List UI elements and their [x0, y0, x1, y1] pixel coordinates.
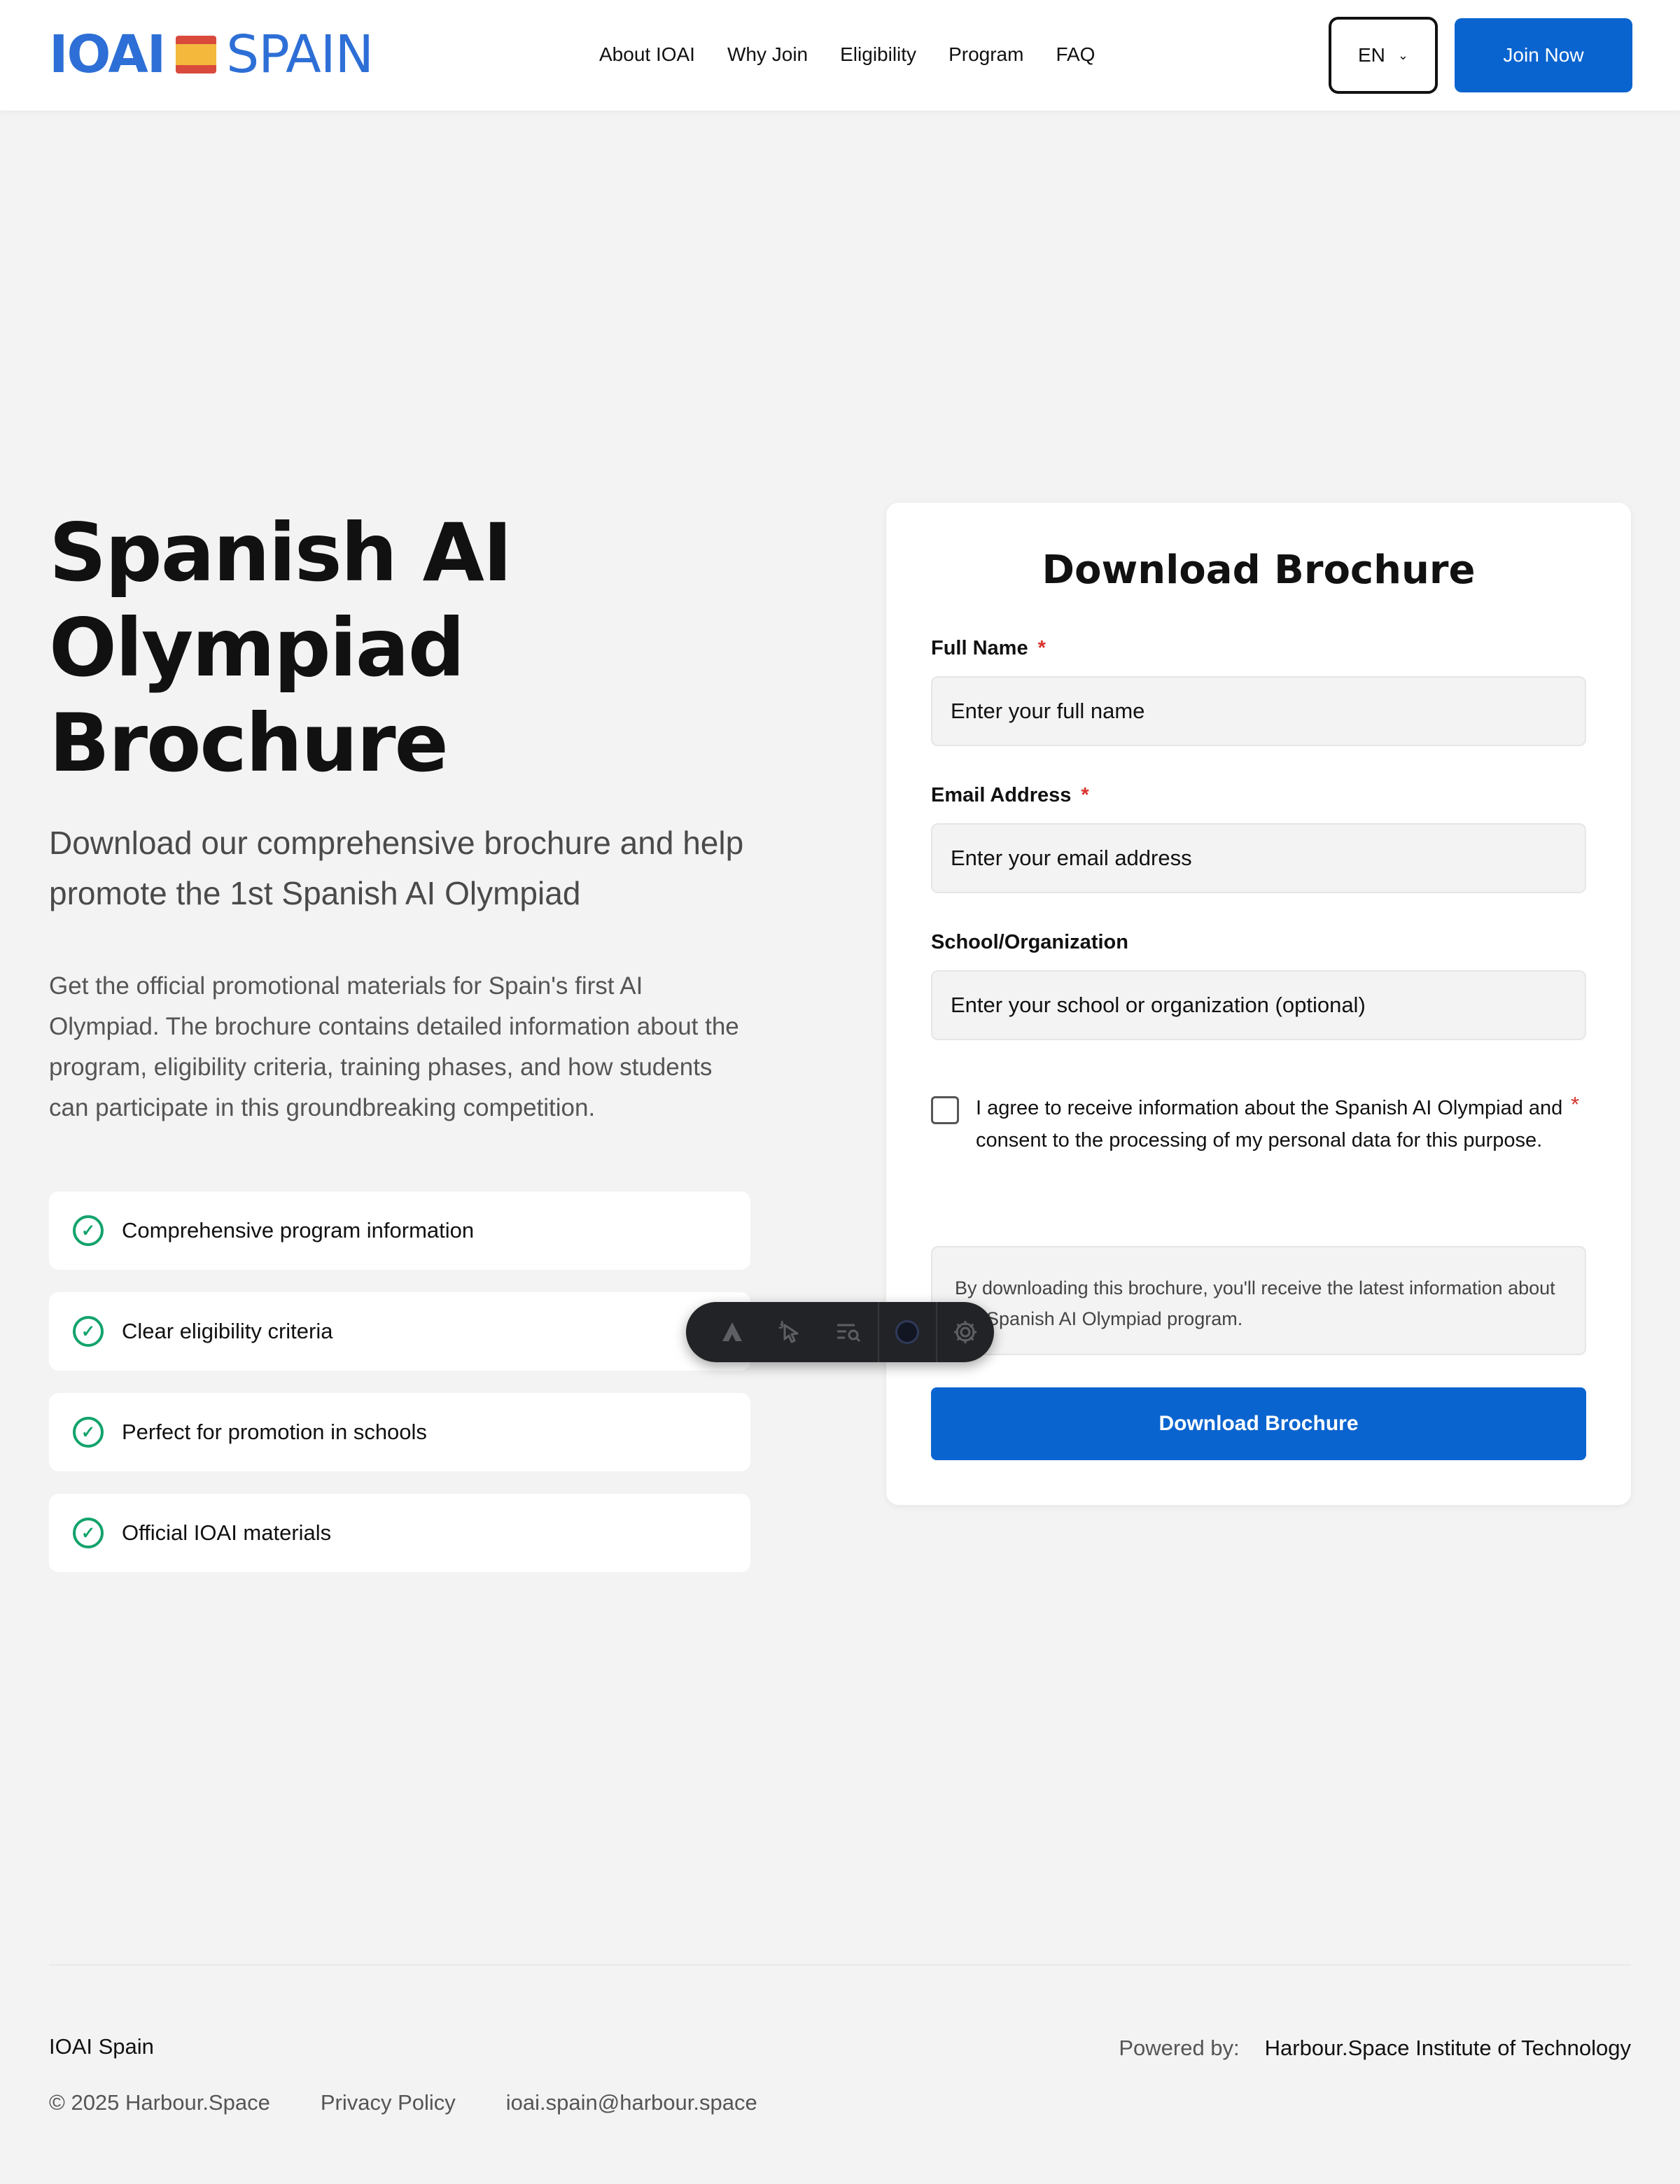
email-input[interactable]: Enter your email address — [931, 823, 1586, 893]
copyright-text: © 2025 Harbour.Space — [49, 2090, 270, 2115]
hero-subtitle: Download our comprehensive brochure and … — [49, 825, 744, 911]
check-circle-icon: ✓ — [73, 1417, 104, 1448]
spain-flag-icon — [176, 36, 217, 74]
harbour-space-link[interactable]: Harbour.Space Institute of Technology — [1265, 2036, 1631, 2061]
feature-item: ✓ Official IOAI materials — [49, 1494, 750, 1572]
check-circle-icon: ✓ — [73, 1518, 104, 1548]
page-title: Spanish AI Olympiad Brochure — [49, 505, 749, 791]
school-input[interactable]: Enter your school or organization (optio… — [931, 970, 1586, 1040]
floating-toolbar — [686, 1302, 994, 1362]
consent-text: I agree to receive information about the… — [976, 1097, 1563, 1152]
site-header: IOAI SPAIN About IOAI Why Join Eligibili… — [0, 0, 1680, 111]
logo-spain-text: SPAIN — [226, 24, 374, 85]
feature-item: ✓ Perfect for promotion in schools — [49, 1393, 750, 1471]
feature-text: Clear eligibility criteria — [122, 1319, 333, 1343]
required-marker: * — [1081, 784, 1089, 806]
cursor-select-icon[interactable] — [761, 1302, 819, 1362]
consent-checkbox[interactable] — [931, 1096, 959, 1124]
info-note: By downloading this brochure, you'll rec… — [931, 1246, 1586, 1355]
feature-item: ✓ Comprehensive program information — [49, 1191, 750, 1270]
site-logo[interactable]: IOAI SPAIN — [49, 24, 374, 85]
language-label: EN — [1358, 44, 1385, 66]
hero-description: Get the official promotional materials f… — [49, 972, 739, 1121]
feature-text: Comprehensive program information — [122, 1218, 475, 1242]
privacy-policy-link[interactable]: Privacy Policy — [321, 2090, 456, 2115]
record-dot-icon — [895, 1320, 920, 1344]
full-name-label-text: Full Name — [931, 637, 1028, 659]
title-line: Brochure — [49, 696, 449, 790]
nav-eligibility[interactable]: Eligibility — [840, 41, 916, 69]
feature-list: ✓ Comprehensive program information ✓ Cl… — [49, 1191, 750, 1595]
footer-divider — [49, 1964, 1631, 1966]
title-line: Olympiad — [49, 601, 465, 694]
nav-why-join[interactable]: Why Join — [727, 41, 808, 69]
full-name-input[interactable]: Enter your full name — [931, 676, 1586, 746]
download-brochure-button[interactable]: Download Brochure — [931, 1387, 1586, 1460]
email-label: Email Address * — [931, 784, 1089, 807]
logo-icon[interactable] — [703, 1302, 761, 1362]
title-line: Spanish AI — [49, 506, 512, 599]
feature-text: Perfect for promotion in schools — [122, 1420, 427, 1444]
check-circle-icon: ✓ — [73, 1215, 104, 1246]
required-marker: * — [1037, 637, 1046, 659]
join-now-button[interactable]: Join Now — [1455, 18, 1632, 92]
nav-program[interactable]: Program — [948, 41, 1023, 69]
list-search-icon[interactable] — [819, 1302, 877, 1362]
language-selector[interactable]: EN ⌄ — [1329, 17, 1438, 94]
powered-by: Powered by: Harbour.Space Institute of T… — [1119, 2036, 1631, 2061]
check-circle-icon: ✓ — [73, 1316, 104, 1347]
logo-ioai-text: IOAI — [49, 24, 166, 85]
form-title: Download Brochure — [1042, 547, 1476, 593]
feature-item: ✓ Clear eligibility criteria — [49, 1292, 750, 1371]
record-toggle[interactable] — [877, 1302, 936, 1362]
footer-brand: IOAI Spain — [49, 2034, 154, 2059]
full-name-label: Full Name * — [931, 637, 1046, 660]
nav-about-ioai[interactable]: About IOAI — [599, 41, 695, 69]
contact-email-link[interactable]: ioai.spain@harbour.space — [506, 2090, 757, 2115]
school-label: School/Organization — [931, 931, 1128, 953]
brochure-form-card: Download Brochure Full Name * Enter your … — [886, 503, 1631, 1505]
chevron-down-icon: ⌄ — [1397, 48, 1408, 62]
main-nav: About IOAI Why Join Eligibility Program … — [599, 41, 1127, 69]
required-marker: * — [1571, 1092, 1580, 1116]
feature-text: Official IOAI materials — [122, 1520, 332, 1545]
powered-by-label: Powered by: — [1119, 2036, 1240, 2060]
settings-gear-icon[interactable] — [935, 1302, 994, 1362]
email-label-text: Email Address — [931, 784, 1072, 806]
footer-links: © 2025 Harbour.Space Privacy Policy ioai… — [49, 2090, 808, 2115]
nav-faq[interactable]: FAQ — [1056, 41, 1095, 69]
